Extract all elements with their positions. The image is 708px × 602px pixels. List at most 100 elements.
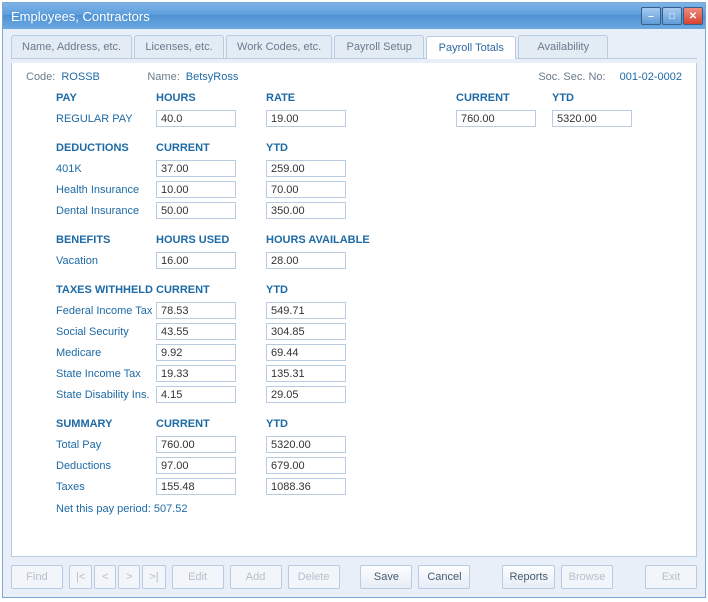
tax-c2-input[interactable] — [266, 365, 346, 382]
name-value: BetsyRoss — [186, 71, 239, 83]
rate-input[interactable] — [266, 110, 346, 127]
summary-c2-input[interactable] — [266, 478, 346, 495]
deduction-label: 401K — [26, 163, 156, 175]
tax-c1-input[interactable] — [156, 302, 236, 319]
deduction-c1-input[interactable] — [156, 202, 236, 219]
tab-availability[interactable]: Availability — [518, 35, 608, 58]
tax-row: Medicare — [26, 342, 682, 363]
employee-info-row: Code: ROSSB Name: BetsyRoss Soc. Sec. No… — [26, 71, 682, 83]
tax-label: State Disability Ins. — [26, 389, 156, 401]
deduction-row: Health Insurance — [26, 179, 682, 200]
exit-button[interactable]: Exit — [645, 565, 697, 589]
close-button[interactable]: ✕ — [683, 7, 703, 25]
summary-row: Taxes — [26, 476, 682, 497]
ssn-label: Soc. Sec. No: — [538, 71, 605, 83]
tax-c2-input[interactable] — [266, 302, 346, 319]
nav-next-button[interactable]: > — [118, 565, 140, 589]
pay-label: REGULAR PAY — [26, 113, 156, 125]
deduction-label: Health Insurance — [26, 184, 156, 196]
window-controls: – □ ✕ — [641, 7, 703, 25]
deduction-c1-input[interactable] — [156, 160, 236, 177]
add-button[interactable]: Add — [230, 565, 282, 589]
tax-c2-input[interactable] — [266, 323, 346, 340]
name-label: Name: — [147, 71, 179, 83]
cancel-button[interactable]: Cancel — [418, 565, 470, 589]
summary-c2-heading: YTD — [266, 418, 376, 430]
summary-label: Deductions — [26, 460, 156, 472]
summary-c1-input[interactable] — [156, 478, 236, 495]
pay-row: REGULAR PAY — [26, 108, 682, 129]
summary-c1-input[interactable] — [156, 436, 236, 453]
summary-c1-heading: CURRENT — [156, 418, 266, 430]
nav-prev-button[interactable]: < — [94, 565, 116, 589]
summary-c2-input[interactable] — [266, 457, 346, 474]
benefit-c1-input[interactable] — [156, 252, 236, 269]
ssn-value: 001-02-0002 — [620, 71, 682, 83]
summary-heading: SUMMARY — [26, 418, 156, 430]
tax-row: State Disability Ins. — [26, 384, 682, 405]
ytd-input[interactable] — [552, 110, 632, 127]
nav-first-button[interactable]: |< — [69, 565, 92, 589]
deduction-label: Dental Insurance — [26, 205, 156, 217]
deduction-c2-input[interactable] — [266, 202, 346, 219]
deduction-c1-input[interactable] — [156, 181, 236, 198]
benefits-heading: BENEFITS — [26, 234, 156, 246]
pay-heading: PAY — [26, 92, 156, 104]
app-window: Employees, Contractors – □ ✕ Name, Addre… — [2, 2, 706, 598]
content-area: Name, Address, etc.Licenses, etc.Work Co… — [3, 29, 705, 597]
tax-c2-input[interactable] — [266, 344, 346, 361]
summary-c2-input[interactable] — [266, 436, 346, 453]
maximize-button[interactable]: □ — [662, 7, 682, 25]
hours-heading: HOURS — [156, 92, 266, 104]
taxes-c1-heading: CURRENT — [156, 284, 266, 296]
hours-input[interactable] — [156, 110, 236, 127]
find-button[interactable]: Find — [11, 565, 63, 589]
taxes-heading: TAXES WITHHELD — [26, 284, 156, 296]
tax-row: Federal Income Tax — [26, 300, 682, 321]
browse-button[interactable]: Browse — [561, 565, 613, 589]
deductions-c1-heading: CURRENT — [156, 142, 266, 154]
summary-heading-row: SUMMARY CURRENT YTD — [26, 413, 682, 434]
window-title: Employees, Contractors — [11, 9, 150, 24]
tab-payroll-setup[interactable]: Payroll Setup — [334, 35, 424, 58]
nav-last-button[interactable]: >| — [142, 565, 165, 589]
summary-label: Taxes — [26, 481, 156, 493]
tax-label: State Income Tax — [26, 368, 156, 380]
minimize-button[interactable]: – — [641, 7, 661, 25]
tab-name-address-etc[interactable]: Name, Address, etc. — [11, 35, 132, 58]
summary-c1-input[interactable] — [156, 457, 236, 474]
current-input[interactable] — [456, 110, 536, 127]
tax-c1-input[interactable] — [156, 386, 236, 403]
tax-c1-input[interactable] — [156, 344, 236, 361]
deduction-c2-input[interactable] — [266, 181, 346, 198]
tax-row: State Income Tax — [26, 363, 682, 384]
summary-row: Deductions — [26, 455, 682, 476]
summary-row: Total Pay — [26, 434, 682, 455]
benefits-c1-heading: HOURS USED — [156, 234, 266, 246]
deductions-c2-heading: YTD — [266, 142, 376, 154]
tax-c1-input[interactable] — [156, 365, 236, 382]
tax-row: Social Security — [26, 321, 682, 342]
titlebar: Employees, Contractors – □ ✕ — [3, 3, 705, 29]
rate-heading: RATE — [266, 92, 376, 104]
deductions-heading: DEDUCTIONS — [26, 142, 156, 154]
deductions-heading-row: DEDUCTIONS CURRENT YTD — [26, 137, 682, 158]
tax-c1-input[interactable] — [156, 323, 236, 340]
code-label: Code: — [26, 71, 55, 83]
save-button[interactable]: Save — [360, 565, 412, 589]
tab-work-codes-etc[interactable]: Work Codes, etc. — [226, 35, 332, 58]
deduction-row: Dental Insurance — [26, 200, 682, 221]
tax-c2-input[interactable] — [266, 386, 346, 403]
tab-strip: Name, Address, etc.Licenses, etc.Work Co… — [11, 35, 697, 59]
reports-button[interactable]: Reports — [502, 565, 555, 589]
tab-payroll-totals[interactable]: Payroll Totals — [426, 36, 516, 59]
benefit-c2-input[interactable] — [266, 252, 346, 269]
deduction-c2-input[interactable] — [266, 160, 346, 177]
deduction-row: 401K — [26, 158, 682, 179]
delete-button[interactable]: Delete — [288, 565, 340, 589]
edit-button[interactable]: Edit — [172, 565, 224, 589]
pay-heading-row: PAY HOURS RATE CURRENT YTD — [26, 87, 682, 108]
tab-licenses-etc[interactable]: Licenses, etc. — [134, 35, 224, 58]
tax-label: Social Security — [26, 326, 156, 338]
ytd-heading: YTD — [552, 92, 648, 104]
